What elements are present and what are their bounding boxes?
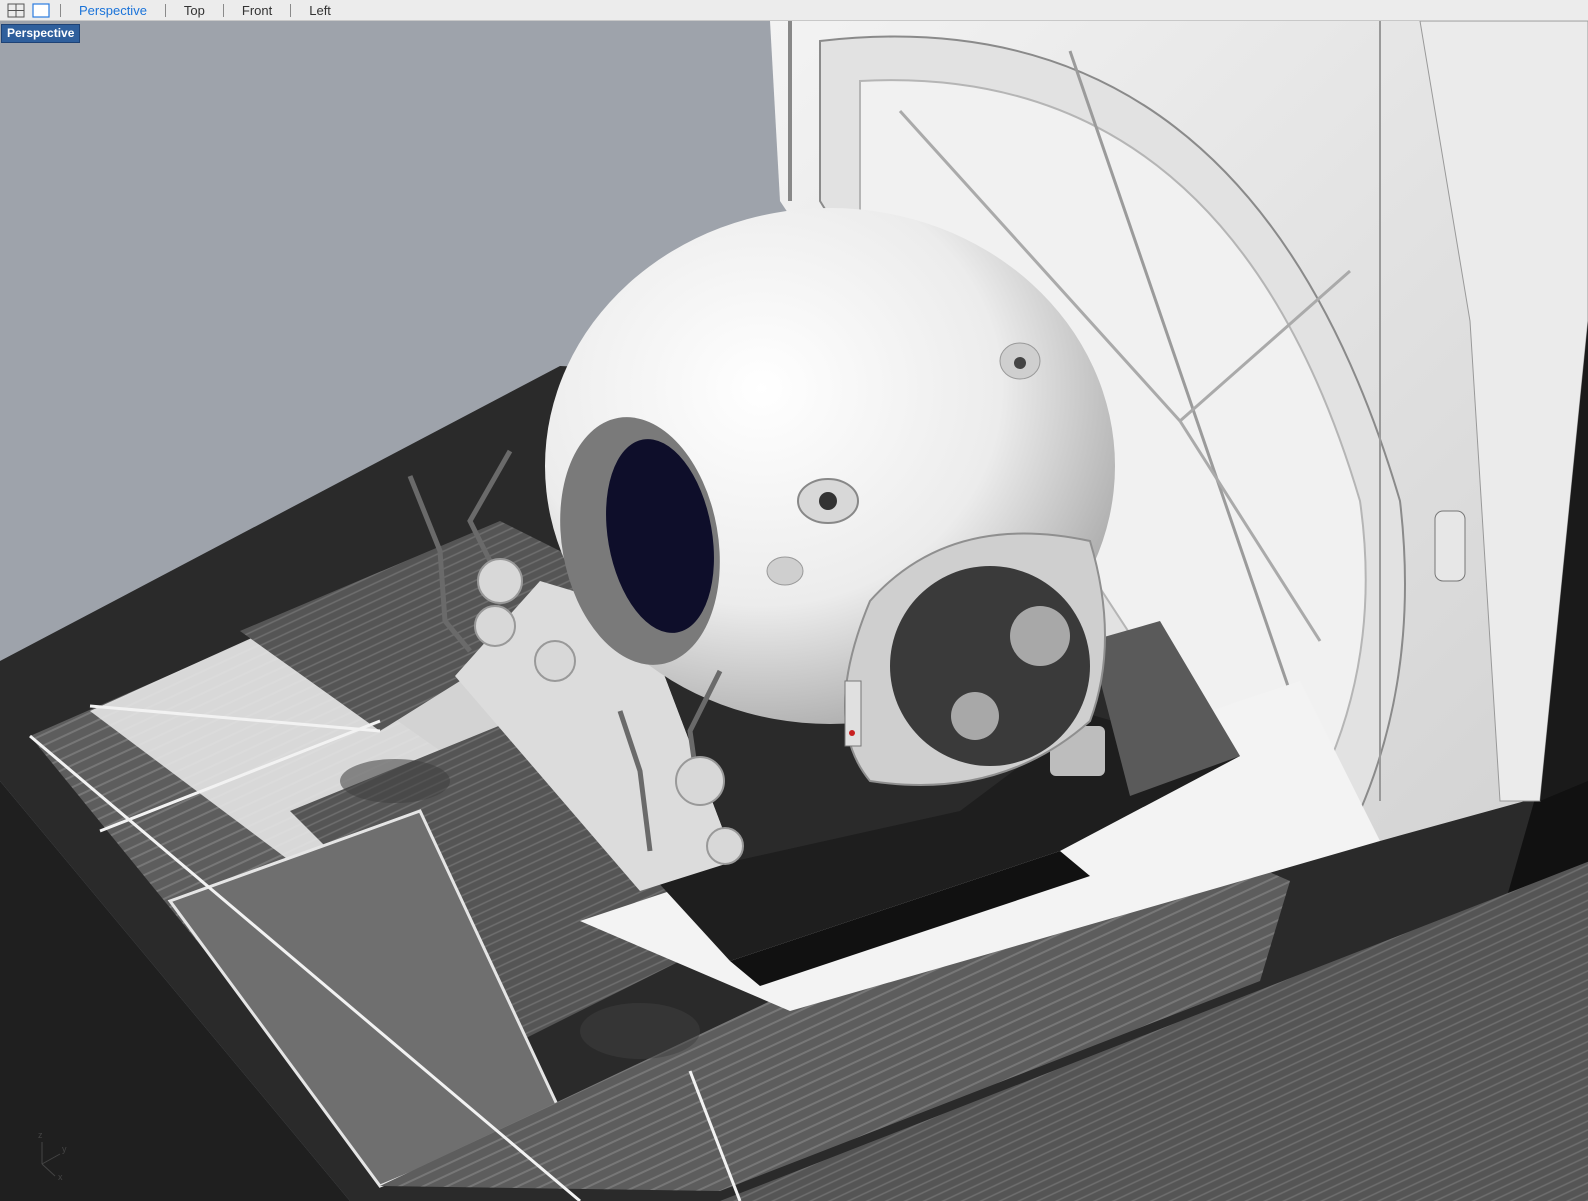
- single-viewport-icon[interactable]: [32, 2, 50, 18]
- tab-perspective[interactable]: Perspective: [71, 0, 155, 21]
- 3d-scene: [0, 21, 1588, 1201]
- pod-camera: [819, 492, 837, 510]
- pod-thruster-panel: [890, 566, 1090, 766]
- axis-label-x: x: [58, 1172, 63, 1182]
- axis-label-z: z: [38, 1130, 43, 1140]
- door-hinge: [1434, 510, 1466, 582]
- toolbar-divider: [222, 3, 224, 17]
- four-viewports-icon[interactable]: [7, 3, 25, 18]
- tab-front[interactable]: Front: [234, 0, 280, 21]
- viewport-label[interactable]: Perspective: [1, 24, 81, 43]
- toolbar-divider: [60, 3, 61, 17]
- toolbar-divider: [290, 3, 292, 17]
- perspective-viewport[interactable]: Perspective z y x: [0, 21, 1588, 1201]
- tab-top[interactable]: Top: [176, 0, 213, 21]
- axis-icon: [41, 1142, 61, 1177]
- viewport-toolbar: Perspective Top Front Left: [0, 0, 1588, 21]
- axis-label-y: y: [62, 1144, 67, 1154]
- toolbar-divider: [164, 3, 166, 17]
- tab-left[interactable]: Left: [301, 0, 339, 21]
- axis-indicator: z y x: [30, 1130, 75, 1182]
